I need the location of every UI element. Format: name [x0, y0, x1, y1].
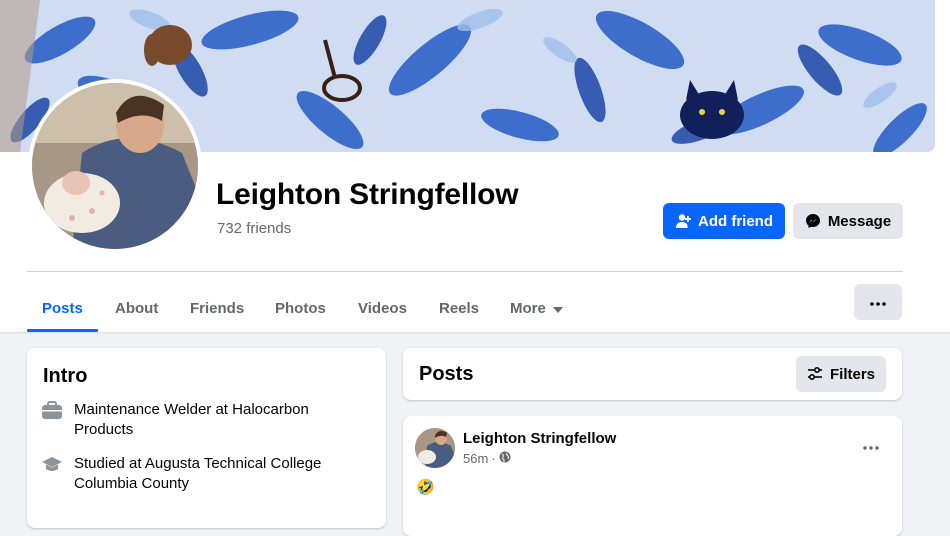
tab-photos-label: Photos	[275, 299, 326, 317]
profile-options-button[interactable]	[854, 284, 902, 320]
intro-education-text: Studied at Augusta Technical College Col…	[74, 455, 322, 492]
intro-work-text: Maintenance Welder at Halocarbon Product…	[74, 401, 309, 438]
tab-about[interactable]: About	[115, 284, 158, 332]
briefcase-icon	[41, 400, 63, 420]
post-timestamp[interactable]: 56m	[463, 451, 488, 466]
post-meta: 56m ·	[463, 451, 511, 466]
intro-item-education: Studied at Augusta Technical College Col…	[41, 454, 344, 494]
post-options-button[interactable]	[855, 432, 887, 460]
messenger-icon	[805, 213, 821, 229]
posts-title: Posts	[419, 363, 474, 385]
profile-picture[interactable]	[32, 83, 198, 249]
tab-about-label: About	[115, 299, 159, 317]
intro-card: Intro Maintenance Welder at Halocarbon P…	[27, 348, 386, 528]
post-content: 🤣	[416, 479, 435, 496]
more-horizontal-icon	[870, 293, 886, 311]
tab-videos-label: Videos	[358, 299, 407, 317]
intro-item-work: Maintenance Welder at Halocarbon Product…	[41, 400, 344, 440]
filters-icon	[807, 367, 823, 381]
post-card: Leighton Stringfellow 56m · 🤣	[403, 416, 902, 536]
friends-count[interactable]: 732 friends	[217, 220, 291, 237]
message-label: Message	[827, 212, 892, 230]
cover-edge	[935, 0, 950, 152]
tab-more-label: More	[510, 299, 546, 317]
header-divider	[27, 271, 903, 272]
caret-down-icon	[552, 300, 563, 317]
more-horizontal-icon	[863, 437, 879, 455]
tab-friends[interactable]: Friends	[190, 284, 244, 332]
message-button[interactable]: Message	[793, 203, 903, 239]
tab-friends-label: Friends	[190, 299, 245, 317]
tab-posts[interactable]: Posts	[42, 284, 83, 332]
meta-separator: ·	[491, 451, 496, 466]
add-person-icon	[675, 213, 691, 229]
tab-photos[interactable]: Photos	[275, 284, 326, 332]
tab-reels[interactable]: Reels	[439, 284, 479, 332]
active-tab-indicator	[27, 329, 98, 332]
add-friend-button[interactable]: Add friend	[663, 203, 785, 239]
add-friend-label: Add friend	[698, 212, 773, 230]
filters-button[interactable]: Filters	[796, 356, 886, 392]
post-author-name[interactable]: Leighton Stringfellow	[463, 430, 616, 447]
intro-title: Intro	[43, 365, 88, 387]
tab-videos[interactable]: Videos	[358, 284, 407, 332]
tab-posts-label: Posts	[42, 299, 83, 317]
globe-icon	[499, 451, 511, 466]
tab-reels-label: Reels	[439, 299, 480, 317]
profile-name: Leighton Stringfellow	[216, 178, 519, 211]
graduation-cap-icon	[41, 454, 63, 474]
filters-label: Filters	[829, 365, 875, 383]
post-author-avatar[interactable]	[415, 428, 455, 468]
posts-header-card: Posts Filters	[403, 348, 902, 400]
tab-more[interactable]: More	[510, 284, 563, 332]
